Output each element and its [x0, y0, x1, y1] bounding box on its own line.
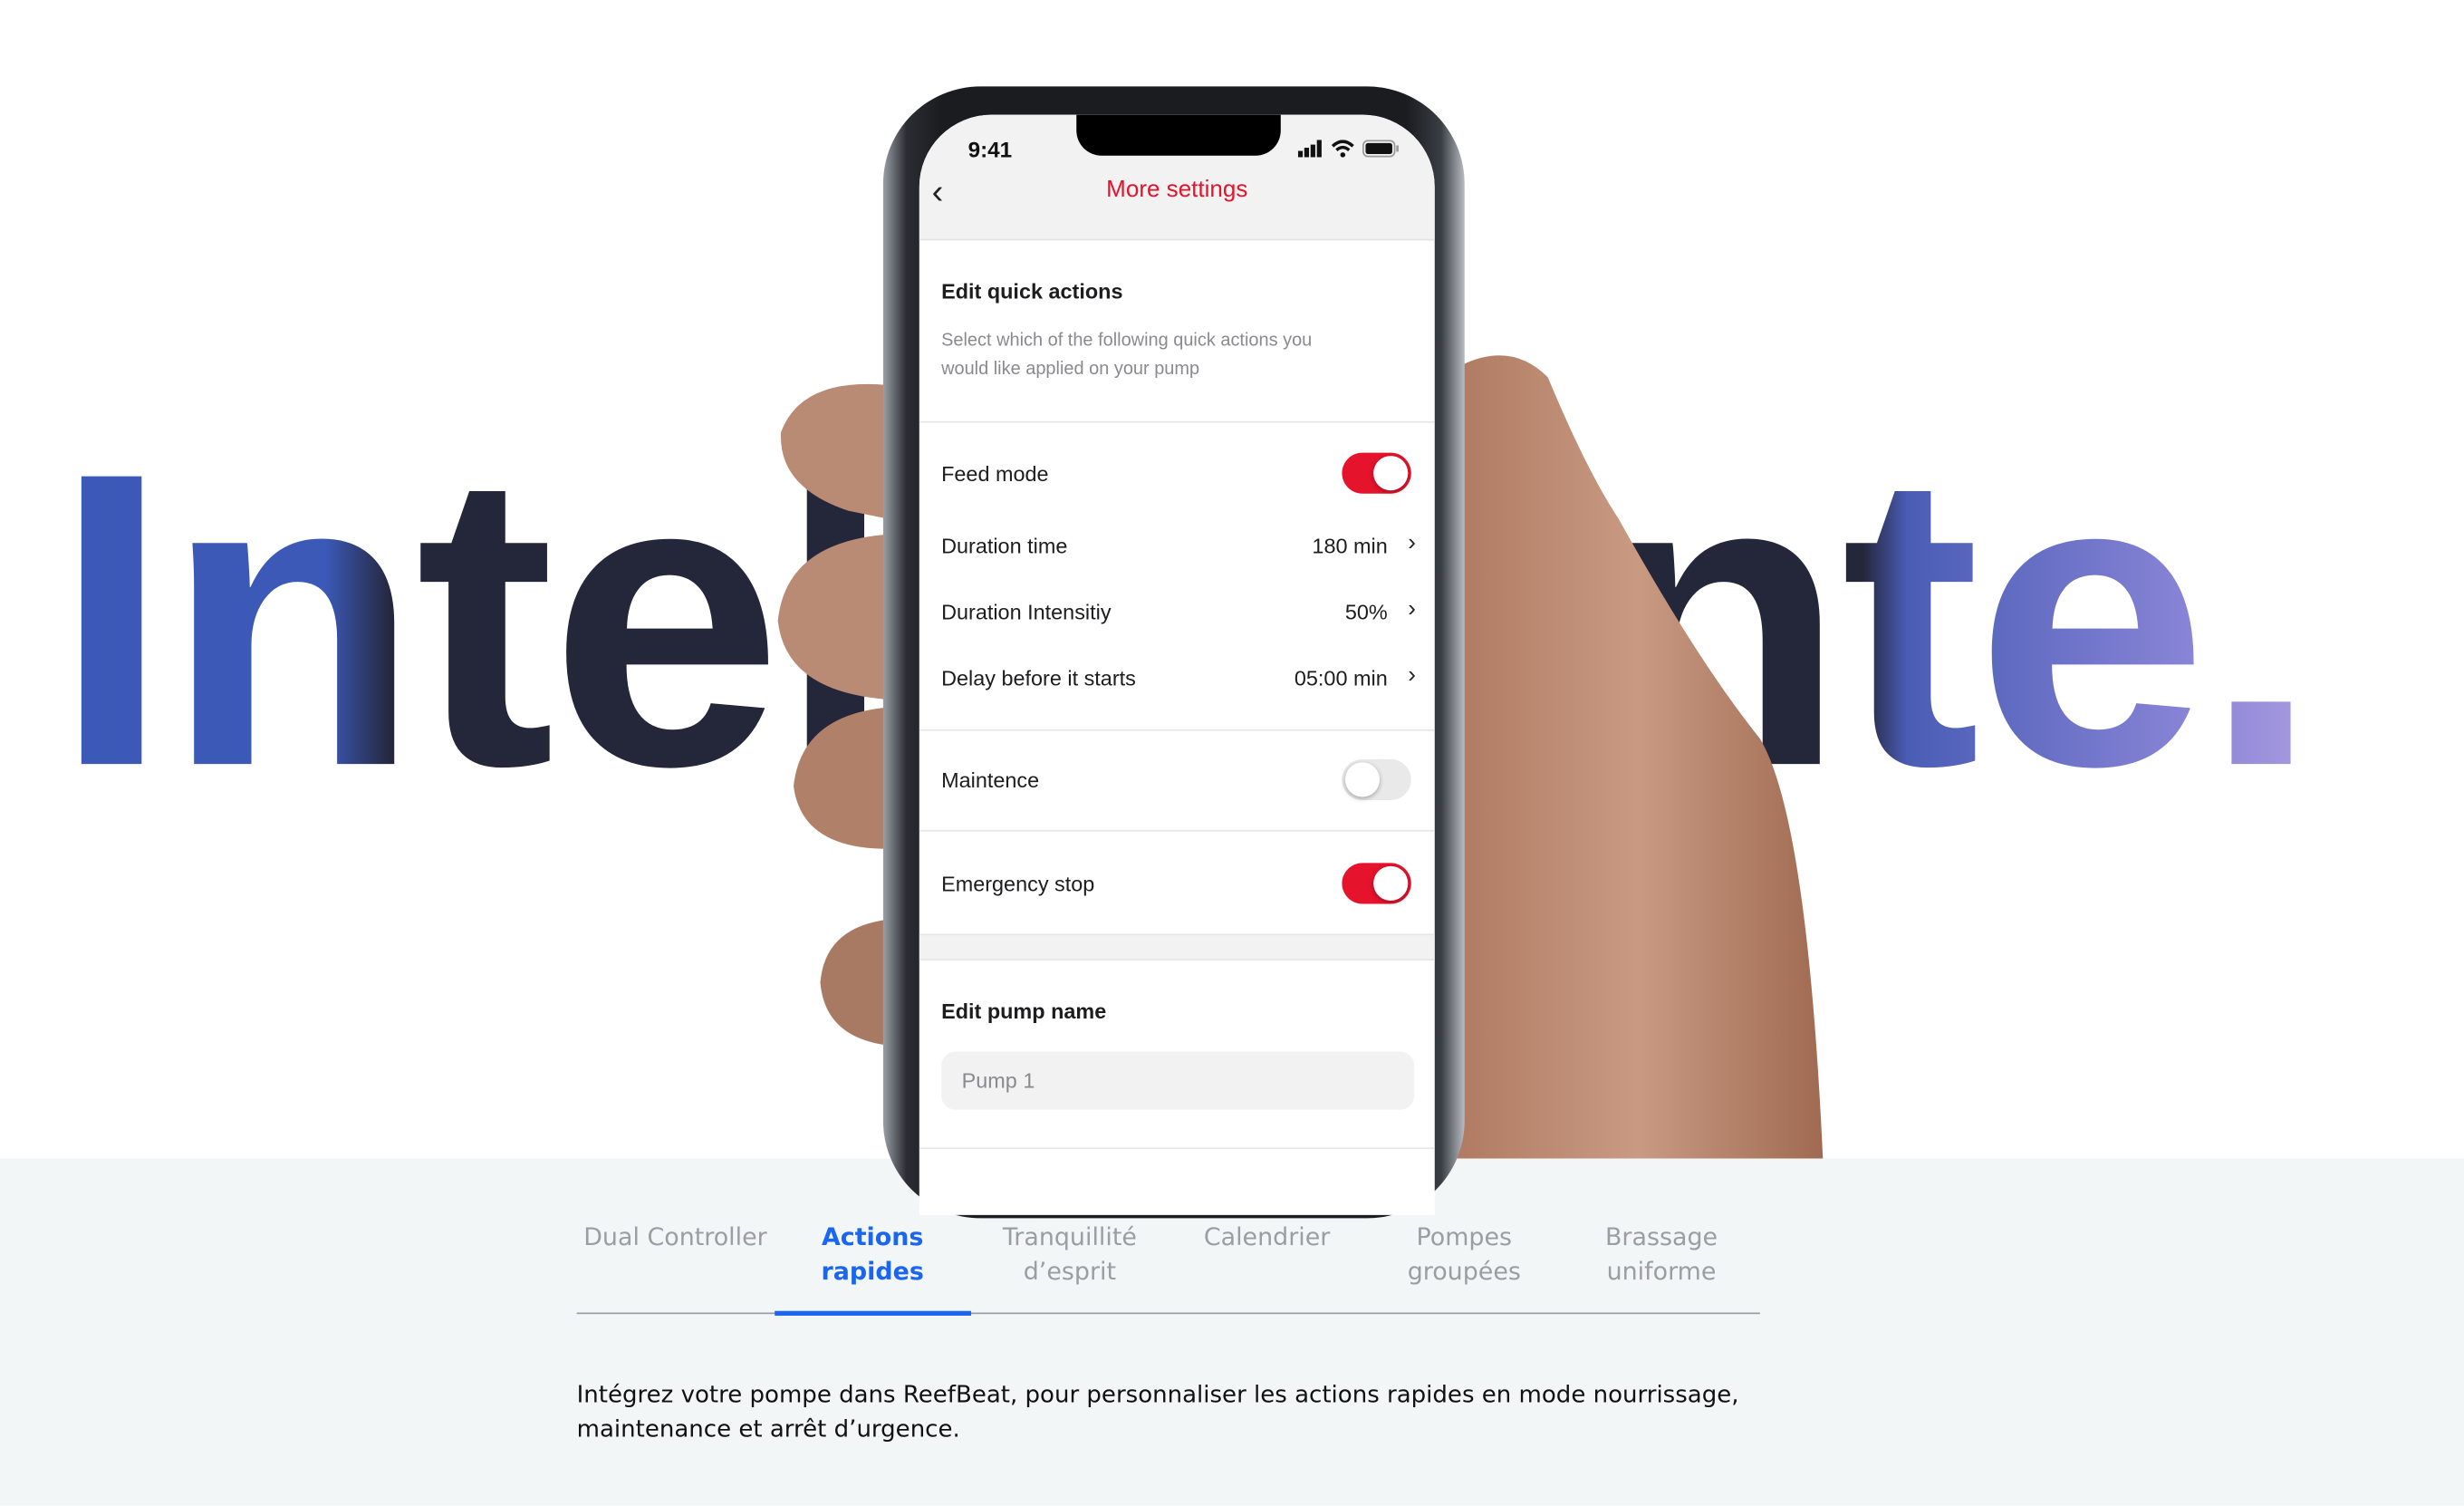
signal-icon [1297, 140, 1322, 158]
feed-mode-toggle[interactable] [1342, 452, 1411, 494]
tab-dual-controller[interactable]: Dual Controller [577, 1220, 775, 1312]
emergency-stop-toggle[interactable] [1342, 863, 1411, 904]
feature-tabs: Dual Controller Actions rapides Tranquil… [576, 1220, 1760, 1316]
tab-tranquillite[interactable]: Tranquillité d’esprit [971, 1220, 1169, 1312]
tab-brassage-uniforme[interactable]: Brassage uniforme [1563, 1220, 1760, 1312]
divider [919, 829, 1435, 832]
row-label: Delay before it starts [941, 666, 1136, 690]
screen-title: More settings [1106, 176, 1248, 203]
phone-screen: 9:41 ‹ More settings Edit quick actions … [919, 114, 1435, 1215]
chevron-right-icon: › [1408, 661, 1416, 689]
battery-icon [1362, 140, 1399, 158]
maintenance-label: Maintence [941, 768, 1040, 793]
section-separator [919, 933, 1435, 961]
row-label: Duration time [941, 534, 1068, 558]
tab-actions-rapides[interactable]: Actions rapides [774, 1220, 971, 1316]
feed-mode-label: Feed mode [941, 462, 1049, 487]
row-value: 180 min [1312, 534, 1388, 558]
row-label: Duration Intensitiy [941, 600, 1112, 624]
divider [919, 1147, 1435, 1150]
status-time: 9:41 [967, 136, 1013, 162]
status-icons [1297, 140, 1400, 158]
phone-notch [1076, 114, 1281, 156]
phone-mockup: 9:41 ‹ More settings Edit quick actions … [882, 86, 1465, 1219]
section-title-quick-actions: Edit quick actions [941, 279, 1123, 304]
wifi-icon [1331, 140, 1354, 158]
page: Intelligente. 9:41 ‹ More settings Edit … [0, 0, 2464, 1506]
divider [919, 729, 1435, 731]
chevron-right-icon: › [1408, 595, 1416, 623]
chevron-right-icon: › [1408, 529, 1416, 557]
emergency-stop-label: Emergency stop [941, 872, 1095, 896]
feature-description: Intégrez votre pompe dans ReefBeat, pour… [576, 1380, 1739, 1443]
quick-actions-description: Select which of the following quick acti… [941, 332, 1313, 380]
pump-name-input[interactable] [941, 1051, 1415, 1110]
maintenance-toggle[interactable] [1342, 758, 1411, 800]
divider [919, 420, 1435, 423]
tab-calendrier[interactable]: Calendrier [1169, 1220, 1366, 1312]
section-title-pump-name: Edit pump name [941, 999, 1107, 1024]
row-value: 50% [1344, 600, 1388, 624]
tab-pompes-groupees[interactable]: Pompes groupées [1365, 1220, 1563, 1312]
row-value: 05:00 min [1294, 666, 1388, 690]
